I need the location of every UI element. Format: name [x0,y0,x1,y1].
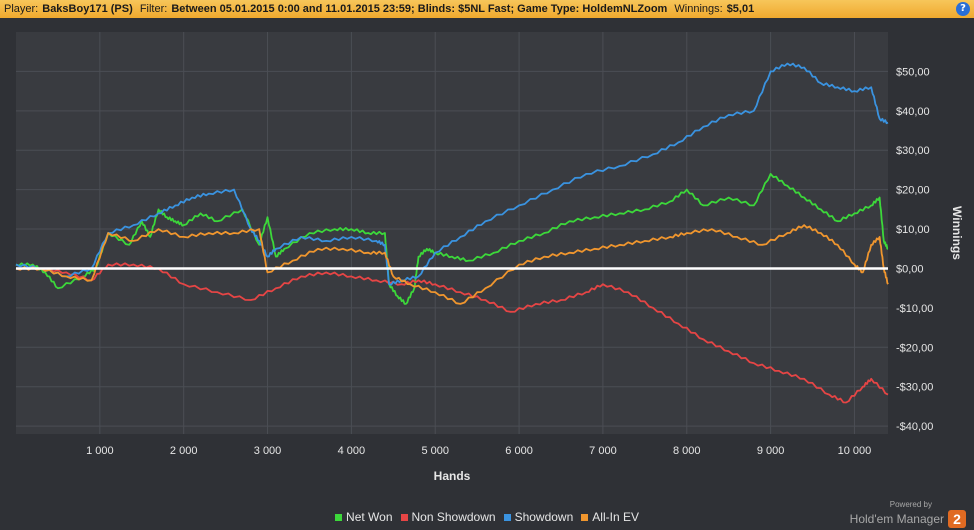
x-tick-label: 4 000 [338,445,366,457]
y-tick-label: $50,00 [896,66,930,78]
player-value: BaksBoy171 (PS) [42,3,133,15]
x-tick-label: 3 000 [254,445,282,457]
y-tick-label: -$10,00 [896,303,933,315]
winnings-line-chart: 1 000 2 000 3 000 4 000 5 000 6 000 7 000 8 000… [15,32,964,483]
y-tick-label: -$30,00 [896,382,933,394]
x-tick-label: 7 000 [589,445,617,457]
legend-swatch [581,514,589,522]
y-tick-label: $20,00 [896,185,930,197]
powered-by-text: Powered by [889,500,932,509]
y-tick-label: -$20,00 [896,342,933,354]
x-tick-labels: 1 000 2 000 3 000 4 000 5 000 6 000 7 000 8 000… [86,445,871,457]
x-tick-label: 2 000 [170,445,198,457]
y-tick-label: $30,00 [896,145,930,157]
legend-item-net-won[interactable]: Net Won [335,510,393,524]
plot-area [16,32,888,434]
legend-label: Non Showdown [411,510,496,524]
legend-label: All-In EV [592,510,639,524]
x-tick-label: 5 000 [421,445,449,457]
x-tick-label: 9 000 [757,445,785,457]
legend-swatch [503,514,511,522]
y-tick-label: $0,00 [896,263,924,275]
player-label: Player: [4,3,39,15]
legend-item-non-showdown[interactable]: Non Showdown [400,510,496,524]
filter-label: Filter: [139,3,168,15]
legend-swatch [335,514,343,522]
chart-legend: Net Won Non Showdown Showdown All-In EV [0,510,974,524]
legend-label: Showdown [514,510,574,524]
x-tick-label: 8 000 [673,445,701,457]
brand-name: Hold'em Manager [849,512,944,527]
winnings-label: Winnings: [674,3,723,15]
brand-logo-icon: 2 [948,510,966,528]
filter-value: Between 05.01.2015 0:00 and 11.01.2015 2… [171,3,668,15]
report-header-bar: Player: BaksBoy171 (PS) Filter: Between 05… [0,0,974,18]
y-tick-label: $10,00 [896,224,930,236]
winnings-value: $5,01 [726,3,755,15]
legend-label: Net Won [346,510,393,524]
help-icon[interactable]: ? [956,2,970,16]
y-axis-label: Winnings [950,206,964,260]
legend-item-showdown[interactable]: Showdown [503,510,574,524]
x-tick-label: 6 000 [505,445,533,457]
x-tick-label: 10 000 [838,445,872,457]
legend-item-all-in-ev[interactable]: All-In EV [581,510,639,524]
y-tick-labels: $50,00 $40,00 $30,00 $20,00 $10,00 $0,00 -$10,… [896,66,933,433]
x-axis-label: Hands [434,469,471,483]
x-tick-label: 1 000 [86,445,114,457]
y-tick-label: $40,00 [896,106,930,118]
branding: Powered by Hold'em Manager 2 [850,500,966,528]
legend-swatch [400,514,408,522]
y-tick-label: -$40,00 [896,421,933,433]
